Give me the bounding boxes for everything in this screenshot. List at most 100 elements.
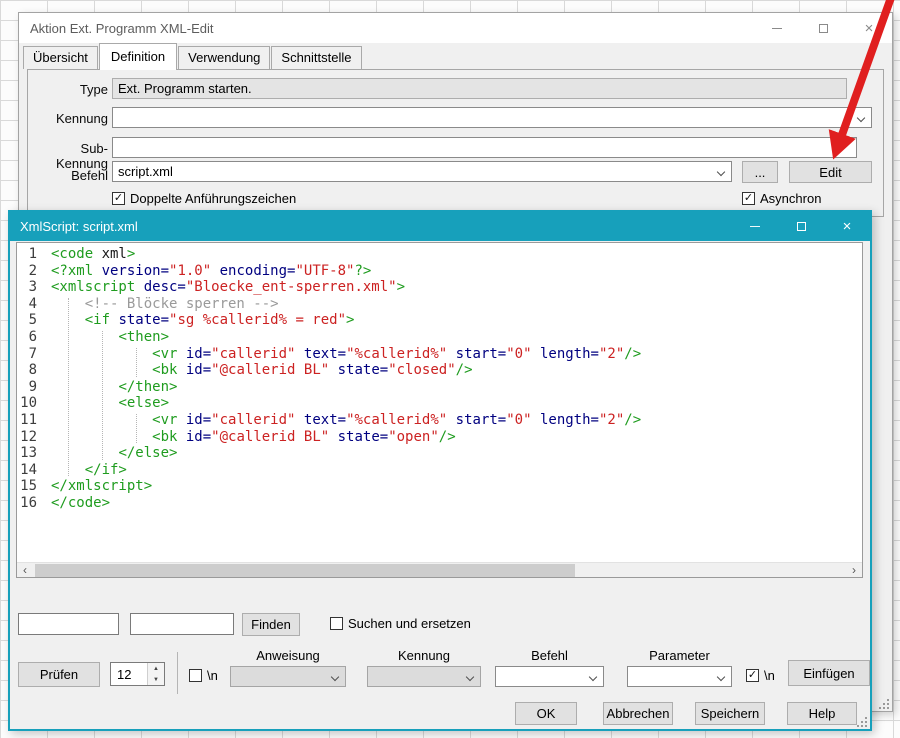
window-resize-grip[interactable] — [857, 717, 867, 727]
code-line-13: 13 </else> — [17, 445, 862, 462]
tab-schnittstelle[interactable]: Schnittstelle — [271, 46, 361, 69]
line-number: 11 — [17, 412, 51, 429]
code-token — [51, 362, 152, 379]
maximize-button[interactable] — [800, 13, 846, 43]
close-icon: × — [865, 21, 874, 36]
minimize-icon — [750, 226, 760, 227]
xml-code-editor[interactable]: 1<code xml>2<?xml version="1.0" encoding… — [16, 242, 863, 578]
tab-bar: Übersicht Definition Verwendung Schnitts… — [23, 43, 892, 69]
checkbox-check-icon: ✓ — [746, 669, 759, 682]
code-token: "2" — [599, 412, 624, 429]
line-number: 7 — [17, 346, 51, 363]
tab-uebersicht[interactable]: Übersicht — [23, 46, 98, 69]
checkbox-check-icon: ✓ — [742, 192, 755, 205]
code-token — [295, 346, 303, 363]
maximize-button[interactable] — [778, 212, 824, 241]
close-icon: × — [843, 219, 852, 234]
horizontal-scrollbar[interactable]: ‹ › — [17, 562, 862, 577]
code-line-6: 6 <then> — [17, 329, 862, 346]
scrollbar-thumb[interactable] — [35, 564, 575, 577]
minimize-button[interactable] — [732, 212, 778, 241]
befehl-combobox[interactable]: script.xml — [112, 161, 732, 182]
line-number: 4 — [17, 296, 51, 313]
code-token — [51, 395, 118, 412]
code-token: id= — [186, 412, 211, 429]
tab-verwendung[interactable]: Verwendung — [178, 46, 270, 69]
code-token: "0" — [506, 412, 531, 429]
pruefen-button[interactable]: Prüfen — [18, 662, 100, 687]
spinner-value: 12 — [111, 663, 147, 685]
code-line-1: 1<code xml> — [17, 246, 862, 263]
checkbox-check-icon: ✓ — [112, 192, 125, 205]
sub-kennung-label: Sub-Kennung — [32, 141, 108, 171]
code-token: ?> — [354, 263, 371, 280]
help-button[interactable]: Help — [787, 702, 857, 725]
code-token: <then> — [118, 329, 169, 346]
edit-button[interactable]: Edit — [789, 161, 872, 183]
code-token: desc= — [144, 279, 186, 296]
code-token: text= — [304, 412, 346, 429]
find-button[interactable]: Finden — [242, 613, 300, 636]
asynchron-checkbox[interactable]: ✓ Asynchron — [742, 191, 821, 206]
tab-definition[interactable]: Definition — [99, 43, 177, 70]
einfuegen-button[interactable]: Einfügen — [788, 660, 870, 686]
code-token: "1.0" — [169, 263, 211, 280]
code-token — [51, 462, 85, 479]
code-token: > — [346, 312, 354, 329]
code-token: state= — [338, 362, 389, 379]
code-token: > — [397, 279, 405, 296]
ok-button[interactable]: OK — [515, 702, 577, 725]
code-token — [211, 263, 219, 280]
code-line-3: 3<xmlscript desc="Bloecke_ent-sperren.xm… — [17, 279, 862, 296]
anweisung-combobox[interactable] — [230, 666, 346, 687]
code-token: id= — [186, 346, 211, 363]
spin-up-icon[interactable]: ▲ — [148, 663, 164, 674]
scroll-left-icon[interactable]: ‹ — [17, 563, 33, 578]
doppelte-anfuehrungszeichen-checkbox[interactable]: ✓ Doppelte Anführungszeichen — [112, 191, 296, 206]
close-button[interactable]: × — [846, 13, 892, 43]
speichern-button[interactable]: Speichern — [695, 702, 765, 725]
kennung-combobox[interactable] — [112, 107, 872, 128]
code-token: /> — [439, 429, 456, 446]
code-token: start= — [456, 412, 507, 429]
code-token: <if — [85, 312, 119, 329]
code-line-8: 8 <bk id="@callerid BL" state="closed"/> — [17, 362, 862, 379]
xmlscript-title: XmlScript: script.xml — [20, 219, 138, 234]
sub-kennung-input[interactable] — [112, 137, 857, 158]
xmlscript-titlebar[interactable]: XmlScript: script.xml × — [10, 212, 870, 241]
scroll-right-icon[interactable]: › — [846, 563, 862, 578]
kennung-insert-combobox[interactable] — [367, 666, 481, 687]
code-token: "sg %callerid% = red" — [169, 312, 346, 329]
close-button[interactable]: × — [824, 212, 870, 241]
code-line-5: 5 <if state="sg %callerid% = red"> — [17, 312, 862, 329]
code-token — [295, 412, 303, 429]
code-token: <!-- Blöcke sperren --> — [51, 296, 279, 313]
replace-input[interactable] — [130, 613, 234, 635]
browse-button[interactable]: ... — [742, 161, 778, 183]
minimize-button[interactable] — [754, 13, 800, 43]
newline-left-checkbox[interactable]: \n — [189, 668, 218, 683]
code-token: id= — [186, 429, 211, 446]
code-token: <bk — [152, 362, 186, 379]
maximize-icon — [797, 222, 806, 231]
abbrechen-button[interactable]: Abbrechen — [603, 702, 673, 725]
code-line-2: 2<?xml version="1.0" encoding="UTF-8"?> — [17, 263, 862, 280]
code-token — [51, 379, 118, 396]
code-area[interactable]: 1<code xml>2<?xml version="1.0" encoding… — [17, 243, 862, 562]
search-replace-checkbox[interactable]: Suchen und ersetzen — [330, 616, 471, 631]
code-token: </code> — [51, 495, 110, 512]
dialog-titlebar[interactable]: Aktion Ext. Programm XML-Edit × — [19, 13, 892, 43]
dialog-resize-grip[interactable] — [879, 699, 889, 709]
newline-right-checkbox[interactable]: ✓ \n — [746, 668, 775, 683]
scrollbar-track[interactable] — [33, 563, 846, 577]
code-token — [329, 429, 337, 446]
befehl-insert-combobox[interactable] — [495, 666, 604, 687]
chevron-down-icon — [717, 673, 725, 681]
code-token: start= — [456, 346, 507, 363]
spin-down-icon[interactable]: ▼ — [148, 674, 164, 685]
search-input[interactable] — [18, 613, 119, 635]
parameter-combobox[interactable] — [627, 666, 732, 687]
code-token: length= — [540, 412, 599, 429]
kennung-label: Kennung — [32, 111, 108, 126]
number-spinner[interactable]: 12 ▲ ▼ — [110, 662, 165, 686]
